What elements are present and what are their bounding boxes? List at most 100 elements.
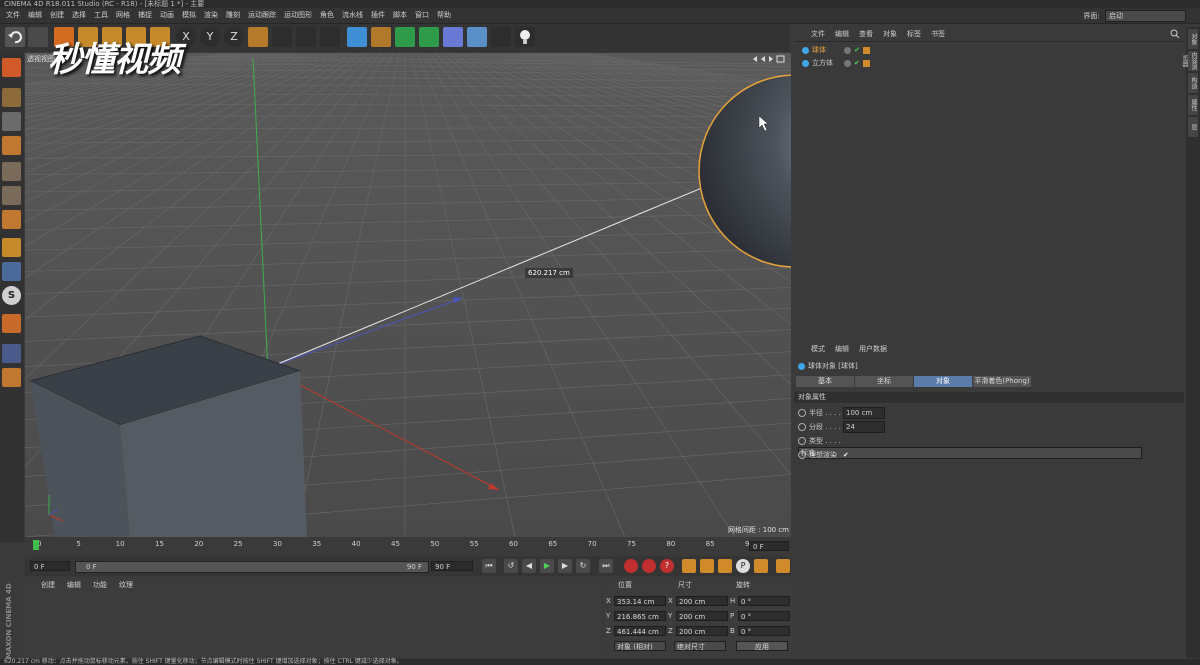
check-icon[interactable]: ✔ bbox=[854, 57, 860, 69]
size-field[interactable]: 200 cm bbox=[676, 626, 728, 636]
coord-size-select[interactable]: 绝对尺寸 bbox=[674, 641, 726, 651]
range-slider[interactable]: 0 F 90 F bbox=[75, 561, 429, 573]
object-menu-item[interactable]: 编辑 bbox=[830, 27, 854, 41]
points-mode-icon[interactable] bbox=[2, 162, 21, 181]
attribute-menu-item[interactable]: 模式 bbox=[806, 342, 830, 356]
menu-item[interactable]: 文件 bbox=[2, 8, 24, 23]
menu-item[interactable]: 帮助 bbox=[433, 8, 455, 23]
object-menu-item[interactable]: 书签 bbox=[926, 27, 950, 41]
size-field[interactable]: 200 cm bbox=[676, 596, 728, 606]
autokey-icon[interactable] bbox=[642, 559, 656, 573]
apply-button[interactable]: 应用 bbox=[736, 641, 788, 651]
pen-spline-icon[interactable] bbox=[371, 27, 391, 47]
go-to-end-icon[interactable]: ⏭ bbox=[599, 559, 613, 573]
menu-item[interactable]: 窗口 bbox=[411, 8, 433, 23]
attribute-tab[interactable]: 对象 bbox=[914, 376, 972, 387]
attribute-menu-item[interactable]: 编辑 bbox=[830, 342, 854, 356]
tag-icon[interactable] bbox=[862, 46, 870, 54]
interface-select[interactable]: 启动 bbox=[1105, 10, 1186, 22]
floor-icon[interactable] bbox=[467, 27, 487, 47]
side-tab[interactable]: 层 bbox=[1188, 117, 1198, 137]
menu-item[interactable]: 运动图形 bbox=[280, 8, 316, 23]
attribute-value-field[interactable]: 100 cm bbox=[843, 407, 885, 419]
check-icon[interactable]: ✔ bbox=[854, 44, 860, 56]
visibility-icon[interactable] bbox=[844, 46, 851, 54]
attribute-tab[interactable]: 坐标 bbox=[855, 376, 913, 387]
render-settings-icon[interactable] bbox=[320, 27, 340, 47]
menu-item[interactable]: 工具 bbox=[90, 8, 112, 23]
lock-workplane-icon[interactable] bbox=[2, 344, 21, 363]
side-tab[interactable]: 内容浏览器 bbox=[1181, 51, 1198, 71]
object-menu-item[interactable]: 文件 bbox=[806, 27, 830, 41]
edges-mode-icon[interactable] bbox=[2, 186, 21, 205]
position-field[interactable]: 353.14 cm bbox=[614, 596, 666, 606]
attribute-value-field[interactable]: 24 bbox=[843, 421, 885, 433]
texture-mode-icon[interactable] bbox=[2, 112, 21, 131]
snap-icon[interactable]: S bbox=[2, 286, 21, 305]
key-pla-icon[interactable] bbox=[754, 559, 768, 573]
current-frame-field[interactable]: 0 F bbox=[749, 541, 789, 551]
go-to-start-icon[interactable]: ⏮ bbox=[482, 559, 496, 573]
key-rotation-icon[interactable] bbox=[718, 559, 732, 573]
max-frame-field[interactable]: 90 F bbox=[431, 561, 473, 571]
menu-item[interactable]: 模拟 bbox=[178, 8, 200, 23]
key-parameter-icon[interactable]: P bbox=[736, 559, 750, 573]
timeline-icon[interactable] bbox=[776, 559, 790, 573]
coord-mode-select[interactable]: 对象 (相对) bbox=[614, 641, 666, 651]
menu-item[interactable]: 编辑 bbox=[24, 8, 46, 23]
playhead-marker[interactable] bbox=[33, 540, 39, 550]
deformer-icon[interactable] bbox=[443, 27, 463, 47]
menu-item[interactable]: 渲染 bbox=[200, 8, 222, 23]
side-tab[interactable]: 属性 bbox=[1188, 95, 1198, 115]
material-menu-item[interactable]: 纹理 bbox=[113, 578, 139, 592]
rotation-field[interactable]: 0 ° bbox=[738, 611, 790, 621]
render-view-icon[interactable] bbox=[272, 27, 292, 47]
viewport-nav-icons[interactable] bbox=[751, 55, 787, 63]
position-field[interactable]: 216.865 cm bbox=[614, 611, 666, 621]
start-frame-field[interactable]: 0 F bbox=[30, 561, 70, 571]
light-icon[interactable] bbox=[515, 27, 535, 47]
menu-item[interactable]: 选择 bbox=[68, 8, 90, 23]
make-editable-icon[interactable] bbox=[2, 58, 21, 77]
render-picture-viewer-icon[interactable] bbox=[296, 27, 316, 47]
object-menu-item[interactable]: 查看 bbox=[854, 27, 878, 41]
key-position-icon[interactable] bbox=[682, 559, 696, 573]
camera-icon[interactable] bbox=[491, 27, 511, 47]
previous-key-icon[interactable]: ↺ bbox=[504, 559, 518, 573]
object-menu-item[interactable]: 对象 bbox=[878, 27, 902, 41]
menu-item[interactable]: 插件 bbox=[367, 8, 389, 23]
menu-item[interactable]: 脚本 bbox=[389, 8, 411, 23]
size-field[interactable]: 200 cm bbox=[676, 611, 728, 621]
cube-primitive-icon[interactable] bbox=[347, 27, 367, 47]
visibility-icon[interactable] bbox=[844, 59, 851, 67]
material-menu-item[interactable]: 编辑 bbox=[61, 578, 87, 592]
subdivision-icon[interactable] bbox=[395, 27, 415, 47]
object-row[interactable]: 立方体 ✔ bbox=[802, 57, 1172, 69]
object-manager-search-icon[interactable] bbox=[1170, 29, 1180, 41]
previous-frame-icon[interactable]: ◀ bbox=[522, 559, 536, 573]
menu-item[interactable]: 运动跟踪 bbox=[244, 8, 280, 23]
rotation-field[interactable]: 0 ° bbox=[738, 626, 790, 636]
menu-item[interactable]: 创建 bbox=[46, 8, 68, 23]
param-radio-icon[interactable] bbox=[798, 409, 806, 417]
param-radio-icon[interactable] bbox=[798, 451, 806, 459]
attribute-tab[interactable]: 平滑着色(Phong) bbox=[973, 376, 1031, 387]
coordinate-system-icon[interactable] bbox=[248, 27, 268, 47]
material-manager[interactable]: 创建 编辑 功能 纹理 bbox=[25, 578, 601, 658]
interface-selector[interactable]: 界面: 启动 bbox=[1083, 10, 1186, 22]
attribute-menu-item[interactable]: 用户数据 bbox=[854, 342, 892, 356]
side-tab[interactable]: 对象 bbox=[1188, 29, 1198, 49]
perspective-viewport[interactable]: 透视视图 620.217 cm 网格间距 : 100 cm bbox=[25, 53, 791, 537]
y-axis-lock-icon[interactable]: Y bbox=[200, 27, 220, 47]
menu-item[interactable]: 雕刻 bbox=[222, 8, 244, 23]
attribute-checkbox[interactable]: ✔ bbox=[843, 449, 849, 461]
array-icon[interactable] bbox=[419, 27, 439, 47]
model-mode-icon[interactable] bbox=[2, 88, 21, 107]
key-scale-icon[interactable] bbox=[700, 559, 714, 573]
next-frame-icon[interactable]: ▶ bbox=[558, 559, 572, 573]
timeline-ruler[interactable]: 051015202530354045505560657075808590 0 F bbox=[25, 538, 791, 554]
magnet-icon[interactable] bbox=[2, 314, 21, 333]
material-menu-item[interactable]: 功能 bbox=[87, 578, 113, 592]
keyframe-selection-icon[interactable]: ? bbox=[660, 559, 674, 573]
solo-icon[interactable] bbox=[2, 368, 21, 387]
